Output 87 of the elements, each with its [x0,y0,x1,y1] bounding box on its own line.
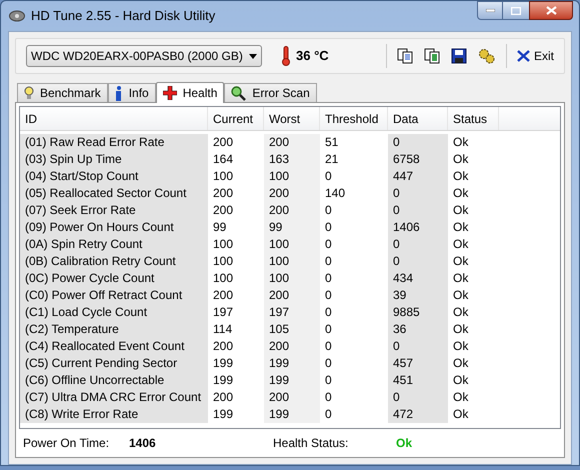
table-cell: 0 [388,134,448,151]
table-cell: (C8) Write Error Rate [20,406,208,423]
table-cell: 9885 [388,304,448,321]
table-cell: (05) Reallocated Sector Count [20,185,208,202]
table-cell: 199 [264,372,320,389]
table-cell: 0 [388,185,448,202]
table-cell: (03) Spin Up Time [20,151,208,168]
magnifier-icon [231,86,246,100]
table-cell: (0C) Power Cycle Count [20,270,208,287]
table-cell: (01) Raw Read Error Rate [20,134,208,151]
maximize-button[interactable] [503,1,529,20]
table-cell: 100 [264,253,320,270]
table-cell: (09) Power On Hours Count [20,219,208,236]
table-cell: 199 [264,355,320,372]
health-status-value: Ok [396,435,412,452]
disk-icon [9,9,25,23]
table-cell: 199 [264,406,320,423]
copy-icon[interactable] [396,48,413,64]
table-cell: 200 [264,338,320,355]
column-header[interactable]: ID [20,107,208,130]
table-cell: 197 [264,304,320,321]
table-cell: 6758 [388,151,448,168]
table-cell: (C1) Load Cycle Count [20,304,208,321]
table-cell: 0 [388,202,448,219]
column-header[interactable]: Status [448,107,499,130]
table-cell: (C4) Reallocated Event Count [20,338,208,355]
info-icon [114,86,123,100]
temperature-readout: 36 °C [296,47,329,66]
table-cell: 39 [388,287,448,304]
table-cell: 200 [264,389,320,406]
table-cell: 434 [388,270,448,287]
table-cell: 100 [264,236,320,253]
close-button[interactable] [529,1,573,20]
table-cell: 451 [388,372,448,389]
tab[interactable]: Health [156,82,224,103]
table-cell: 1406 [388,219,448,236]
health-status-label: Health Status: [273,435,350,452]
table-cell: (C6) Offline Uncorrectable [20,372,208,389]
copy-image-icon[interactable] [424,48,440,64]
table-cell: (0B) Calibration Retry Count [20,253,208,270]
lightbulb-icon [24,86,34,100]
table-cell: (C2) Temperature [20,321,208,338]
column-header[interactable]: Current [208,107,264,130]
maximize-icon [511,6,521,14]
table-cell: 100 [264,270,320,287]
medical-cross-icon [162,86,177,100]
table-cell: (C7) Ultra DMA CRC Error Count [20,389,208,406]
table-cell: (C0) Power Off Retract Count [20,287,208,304]
table-cell: 105 [264,321,320,338]
table-cell: 200 [264,287,320,304]
table-cell: 200 [264,185,320,202]
tab[interactable]: Benchmark [17,83,108,102]
table-cell: (07) Seek Error Rate [20,202,208,219]
exit-button[interactable]: Exit [516,47,554,65]
table-cell: 100 [264,168,320,185]
window-title: HD Tune 2.55 - Hard Disk Utility [31,7,216,26]
drive-dropdown[interactable]: WDC WD20EARX-00PASB0 (2000 GB) [26,45,262,67]
table-cell: 472 [388,406,448,423]
table-cell: 36 [388,321,448,338]
column-header[interactable]: Threshold [320,107,388,130]
close-icon [546,6,556,15]
minimize-icon [486,9,494,12]
table-cell: 0 [388,389,448,406]
power-on-value: 1406 [129,435,157,452]
table-cell: 200 [264,202,320,219]
table-cell: 163 [264,151,320,168]
dropdown-arrow-icon [249,54,257,58]
table-cell: 447 [388,168,448,185]
table-cell: (0A) Spin Retry Count [20,236,208,253]
save-icon[interactable] [450,48,467,64]
close-icon [516,50,530,62]
column-header[interactable]: Data [388,107,448,130]
table-cell: 0 [388,253,448,270]
tab[interactable]: Info [108,83,156,102]
tab[interactable]: Error Scan [224,83,317,102]
table-cell: 200 [264,134,320,151]
thermometer-icon [282,46,290,66]
minimize-button[interactable] [477,1,503,20]
power-on-label: Power On Time: [23,435,110,452]
table-cell: 99 [264,219,320,236]
table-cell: 0 [388,236,448,253]
table-cell: (04) Start/Stop Count [20,168,208,185]
table-cell: (C5) Current Pending Sector [20,355,208,372]
column-header[interactable]: Worst [264,107,320,130]
table-cell: 0 [388,338,448,355]
gears-icon[interactable] [478,48,496,64]
table-cell: 457 [388,355,448,372]
